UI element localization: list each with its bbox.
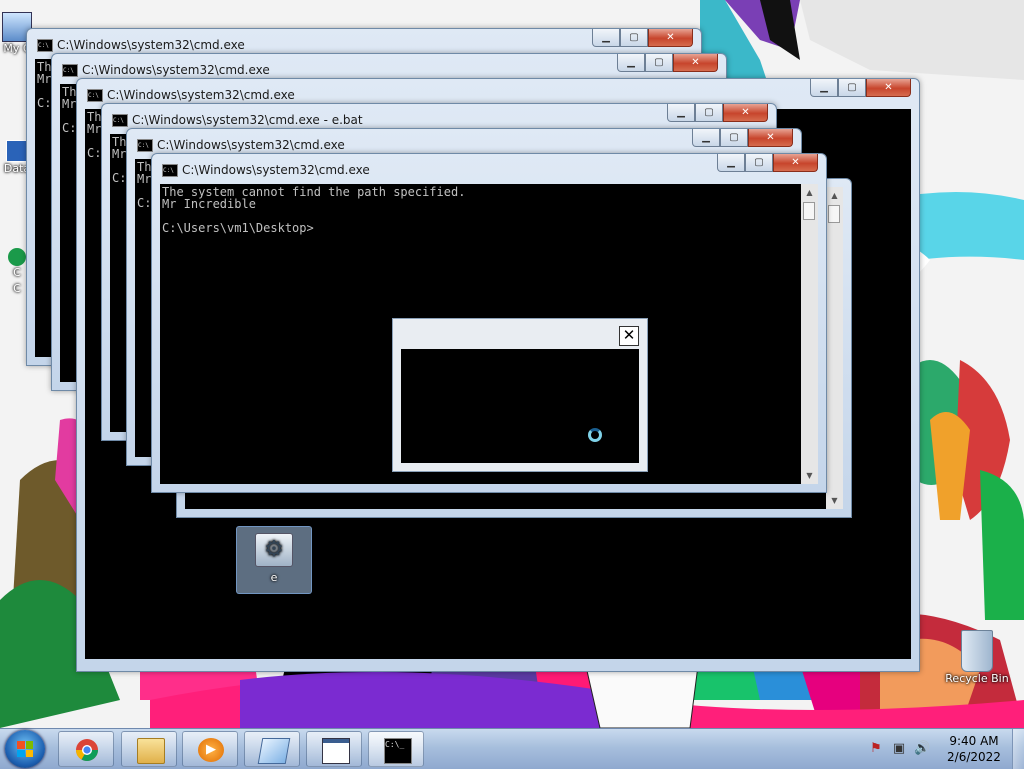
taskbar-app-5-button[interactable] xyxy=(306,731,362,767)
close-button[interactable]: ✕ xyxy=(866,79,911,97)
system-clock[interactable]: 9:40 AM 2/6/2022 xyxy=(942,733,1006,765)
volume-icon[interactable]: 🔊 xyxy=(914,741,930,757)
chrome-icon xyxy=(76,739,98,761)
batch-file-gear-icon: ⚙ xyxy=(255,533,293,567)
clock-date: 2/6/2022 xyxy=(947,750,1001,764)
window-title: C:\Windows\system32\cmd.exe xyxy=(57,38,245,52)
console-line: C: xyxy=(37,96,52,110)
action-center-flag-icon[interactable]: ⚑ xyxy=(868,741,884,757)
window-title: C:\Windows\system32\cmd.exe xyxy=(82,63,270,77)
console-line: C: xyxy=(112,171,127,185)
scroll-up-arrow-icon[interactable]: ▲ xyxy=(826,187,843,204)
dialog-close-button[interactable]: ✕ xyxy=(619,326,639,346)
taskbar-cmd-button[interactable]: C:\_ xyxy=(368,731,424,767)
shortcut-icon xyxy=(6,140,28,162)
minimize-button[interactable]: ▁ xyxy=(592,29,620,47)
window-controls: ▁ ▢ ✕ xyxy=(617,54,718,72)
desktop-icon-label: e xyxy=(270,571,278,584)
taskbar-explorer-button[interactable] xyxy=(121,731,177,767)
window-title: C:\Windows\system32\cmd.exe - e.bat xyxy=(132,113,363,127)
window-app-icon xyxy=(257,738,291,764)
window-controls: ▁ ▢ ✕ xyxy=(810,79,911,97)
minimize-button[interactable]: ▁ xyxy=(717,154,745,172)
close-button[interactable]: ✕ xyxy=(673,54,718,72)
window-controls: ▁ ▢ ✕ xyxy=(592,29,693,47)
desktop-icon-e[interactable]: ⚙ e xyxy=(236,526,312,594)
window-controls: ▁ ▢ ✕ xyxy=(667,104,768,122)
desktop: My C Data C C Recycle Bin C:\ C:\Windows… xyxy=(0,0,1024,728)
title-bar[interactable]: C:\ C:\Windows\system32\cmd.exe ▁ ▢ ✕ xyxy=(160,154,818,180)
maximize-button[interactable]: ▢ xyxy=(645,54,673,72)
console-line: C:\Users\vm1\Desktop> xyxy=(162,221,314,235)
scroll-up-arrow-icon[interactable]: ▲ xyxy=(801,184,818,201)
show-desktop-button[interactable] xyxy=(1012,729,1024,769)
minimize-button[interactable]: ▁ xyxy=(692,129,720,147)
close-button[interactable]: ✕ xyxy=(723,104,768,122)
maximize-button[interactable]: ▢ xyxy=(838,79,866,97)
folder-icon xyxy=(137,738,165,764)
cmd-icon: C:\ xyxy=(37,39,53,52)
media-player-icon: ▶ xyxy=(198,738,224,762)
close-button[interactable]: ✕ xyxy=(773,154,818,172)
scroll-down-arrow-icon[interactable]: ▼ xyxy=(826,492,843,509)
console-line: C: xyxy=(87,146,102,160)
window-title: C:\Windows\system32\cmd.exe xyxy=(157,138,345,152)
close-button[interactable]: ✕ xyxy=(748,129,793,147)
taskbar-media-player-button[interactable]: ▶ xyxy=(182,731,238,767)
taskbar: ▶ C:\_ ⚑ ▣ 🔊 9:40 AM 2/6/2022 xyxy=(0,728,1024,769)
cmd-icon: C:\ xyxy=(137,139,153,152)
scroll-thumb[interactable] xyxy=(803,202,815,220)
console-line: C: xyxy=(137,196,152,210)
maximize-button[interactable]: ▢ xyxy=(745,154,773,172)
taskbar-chrome-button[interactable] xyxy=(58,731,114,767)
network-icon[interactable]: ▣ xyxy=(891,741,907,757)
window-title: C:\Windows\system32\cmd.exe xyxy=(107,88,295,102)
console-line: Mr xyxy=(112,147,127,161)
cmd-icon: C:\ xyxy=(162,164,178,177)
dialog-body xyxy=(401,349,639,463)
console-line: Mr xyxy=(37,72,52,86)
desktop-icon-recycle-bin[interactable]: Recycle Bin xyxy=(940,630,1014,685)
shortcut-icon xyxy=(8,248,26,266)
minimize-button[interactable]: ▁ xyxy=(810,79,838,97)
scroll-down-arrow-icon[interactable]: ▼ xyxy=(801,467,818,484)
minimize-button[interactable]: ▁ xyxy=(667,104,695,122)
console-line: Mr Incredible xyxy=(162,197,256,211)
vertical-scrollbar[interactable]: ▲ ▼ xyxy=(801,184,818,484)
scroll-thumb[interactable] xyxy=(828,205,840,223)
console-line: Mr xyxy=(137,172,152,186)
windows-logo-icon xyxy=(17,741,33,757)
recycle-bin-icon xyxy=(961,630,993,672)
desktop-icon-label: Recycle Bin xyxy=(945,672,1009,685)
maximize-button[interactable]: ▢ xyxy=(720,129,748,147)
vertical-scrollbar[interactable]: ▲ ▼ xyxy=(826,187,843,509)
window-controls: ▁ ▢ ✕ xyxy=(717,154,818,172)
console-line: Mr xyxy=(62,97,77,111)
maximize-button[interactable]: ▢ xyxy=(620,29,648,47)
console-line: Mr xyxy=(87,122,102,136)
minimize-button[interactable]: ▁ xyxy=(617,54,645,72)
popup-dialog[interactable]: ✕ xyxy=(392,318,648,472)
window-title: C:\Windows\system32\cmd.exe xyxy=(182,163,370,177)
start-button[interactable] xyxy=(5,730,45,768)
window-controls: ▁ ▢ ✕ xyxy=(692,129,793,147)
command-prompt-icon: C:\_ xyxy=(384,738,412,764)
taskbar-app-4-button[interactable] xyxy=(244,731,300,767)
close-button[interactable]: ✕ xyxy=(648,29,693,47)
cmd-icon: C:\ xyxy=(87,89,103,102)
cmd-icon: C:\ xyxy=(112,114,128,127)
maximize-button[interactable]: ▢ xyxy=(695,104,723,122)
console-line: C: xyxy=(62,121,77,135)
document-window-icon xyxy=(322,738,350,764)
clock-time: 9:40 AM xyxy=(949,734,999,748)
cmd-icon: C:\ xyxy=(62,64,78,77)
loading-spinner-icon xyxy=(588,428,602,442)
